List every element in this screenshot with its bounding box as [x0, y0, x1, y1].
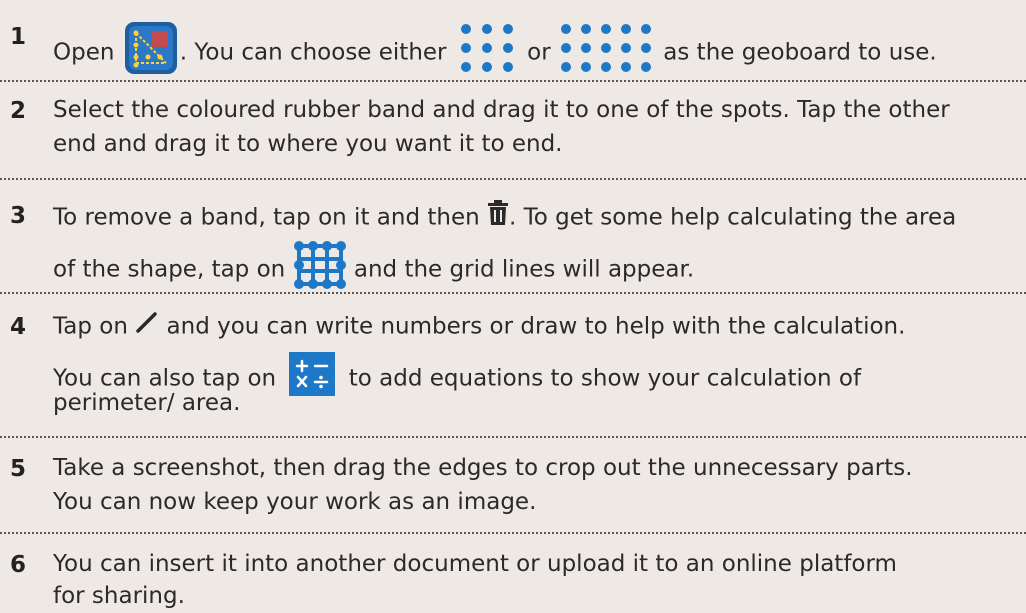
dotted-divider — [0, 292, 1026, 294]
geoboard-app-icon[interactable] — [124, 21, 178, 85]
step-text-line-2: You can now keep your work as an image. — [53, 489, 537, 515]
step-text-write: and you can write numbers or draw to hel… — [166, 313, 906, 340]
dotted-divider — [0, 178, 1026, 180]
step-text-or: or — [527, 39, 551, 66]
step-text-remove: To remove a band, tap on it and then — [53, 204, 480, 231]
step-text-line-1: Take a screenshot, then drag the edges t… — [53, 455, 913, 481]
step-text-line-2: for sharing. — [53, 583, 185, 609]
step-text-line-2: end and drag it to where you want it to … — [53, 131, 563, 157]
step-text-line-1: You can insert it into another document … — [53, 551, 897, 577]
step-number: 3 — [10, 203, 27, 229]
step-text-line-3: perimeter/ area. — [53, 390, 241, 416]
dotted-divider — [0, 80, 1026, 82]
step-text-end: as the geoboard to use. — [663, 39, 937, 66]
dot-grid-3x3-icon[interactable] — [454, 21, 520, 85]
step-text-shape: of the shape, tap on — [53, 256, 286, 283]
step-text: Open . You can choose either or as the g… — [53, 21, 1026, 85]
step-text-open: Open — [53, 39, 115, 66]
step-text-line-1: Select the coloured rubber band and drag… — [53, 97, 950, 123]
step-text-choose: . You can choose either — [179, 39, 447, 66]
step-text-line-2: of the shape, tap on and the grid lines … — [53, 240, 1026, 300]
step-text-grid: and the grid lines will appear. — [353, 256, 695, 283]
dot-grid-5x3-icon[interactable] — [558, 21, 656, 85]
grid-lines-icon[interactable] — [293, 240, 347, 300]
step-text-help: . To get some help calculating the area — [509, 204, 957, 231]
dotted-divider — [0, 532, 1026, 534]
step-number: 2 — [10, 98, 27, 124]
trash-icon[interactable] — [487, 200, 509, 236]
step-number: 1 — [10, 24, 27, 50]
step-number: 5 — [10, 456, 27, 482]
step-text-tap: Tap on — [53, 313, 128, 340]
pencil-icon[interactable] — [135, 310, 159, 344]
step-number: 4 — [10, 314, 27, 340]
step-text-line-1: Tap on and you can write numbers or draw… — [53, 310, 1026, 344]
dotted-divider — [0, 436, 1026, 438]
step-text-line-1: To remove a band, tap on it and then . T… — [53, 200, 1026, 236]
step-number: 6 — [10, 552, 27, 578]
